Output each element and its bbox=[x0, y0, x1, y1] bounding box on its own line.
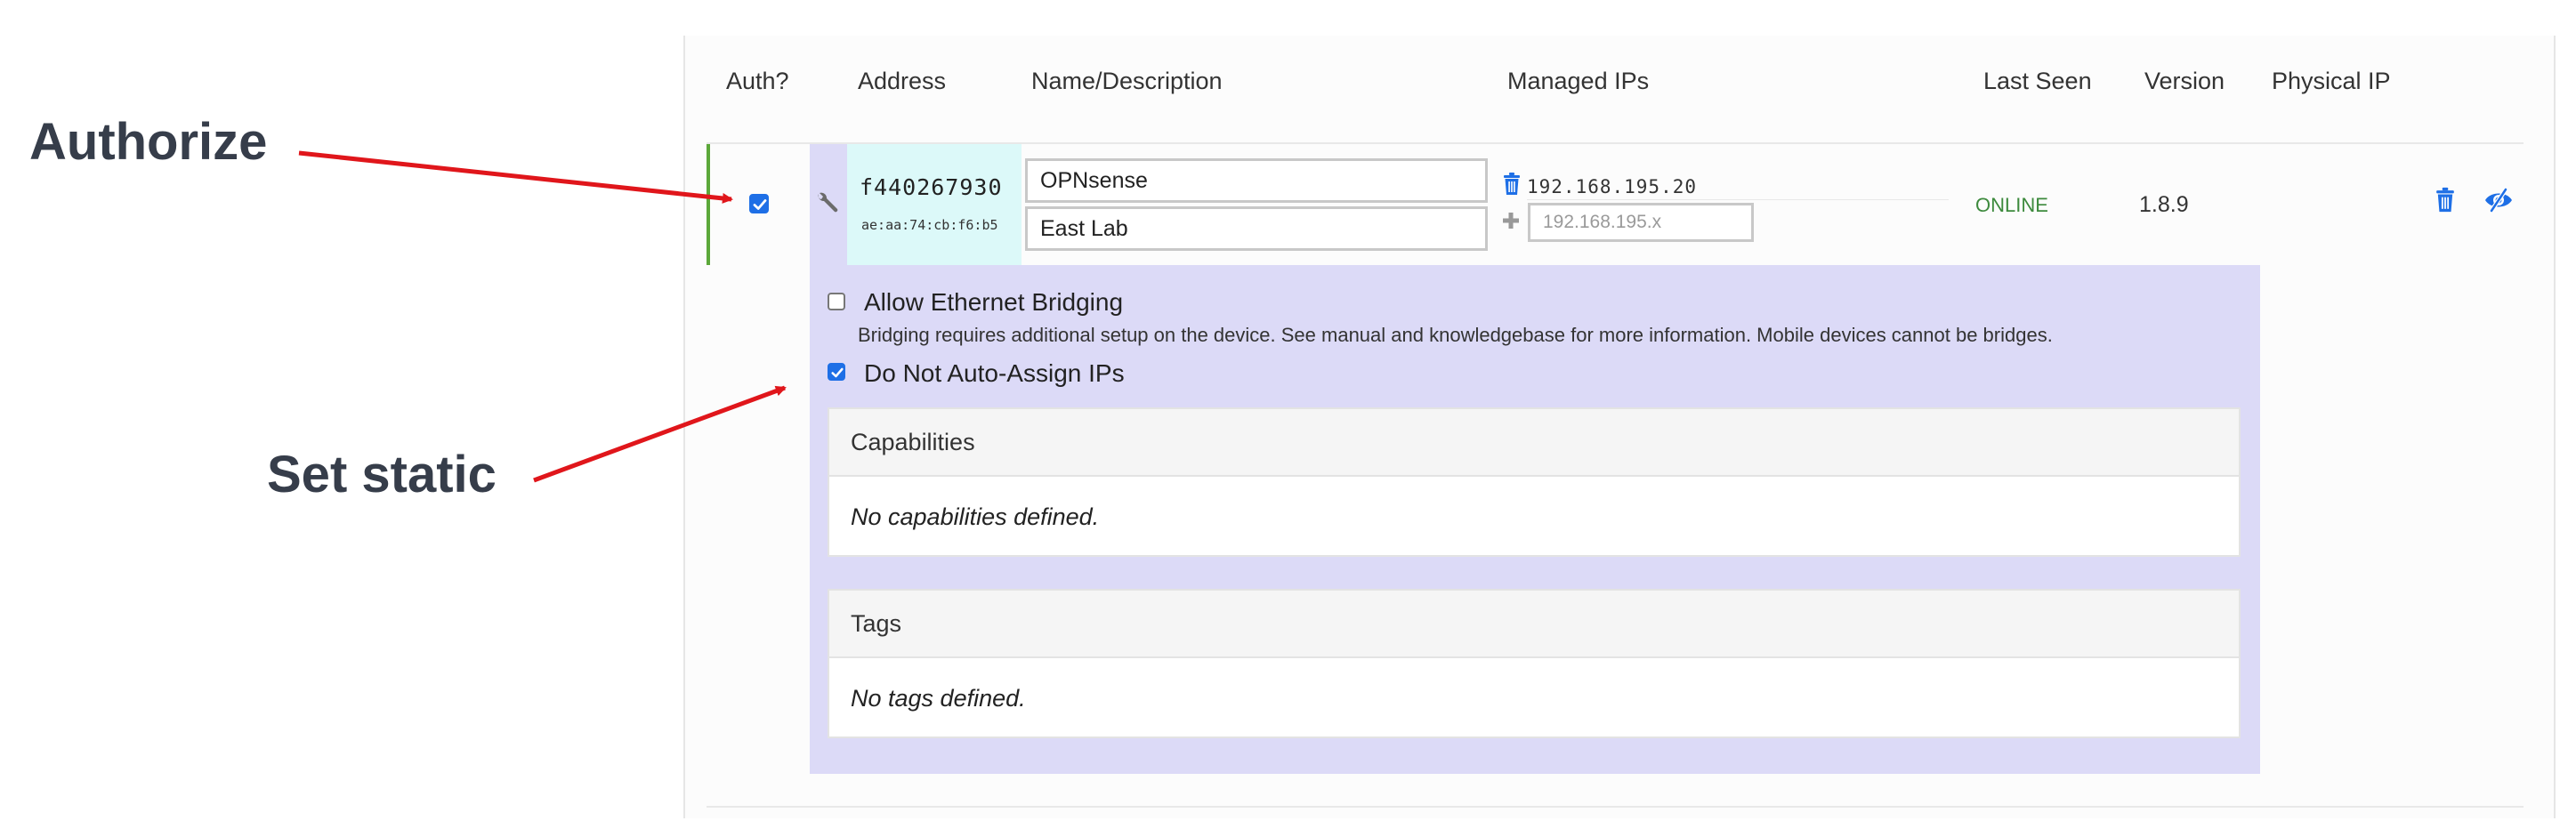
annotation-arrows bbox=[298, 150, 787, 483]
authorize-arrow bbox=[298, 150, 733, 204]
set-static-arrow bbox=[533, 385, 787, 483]
